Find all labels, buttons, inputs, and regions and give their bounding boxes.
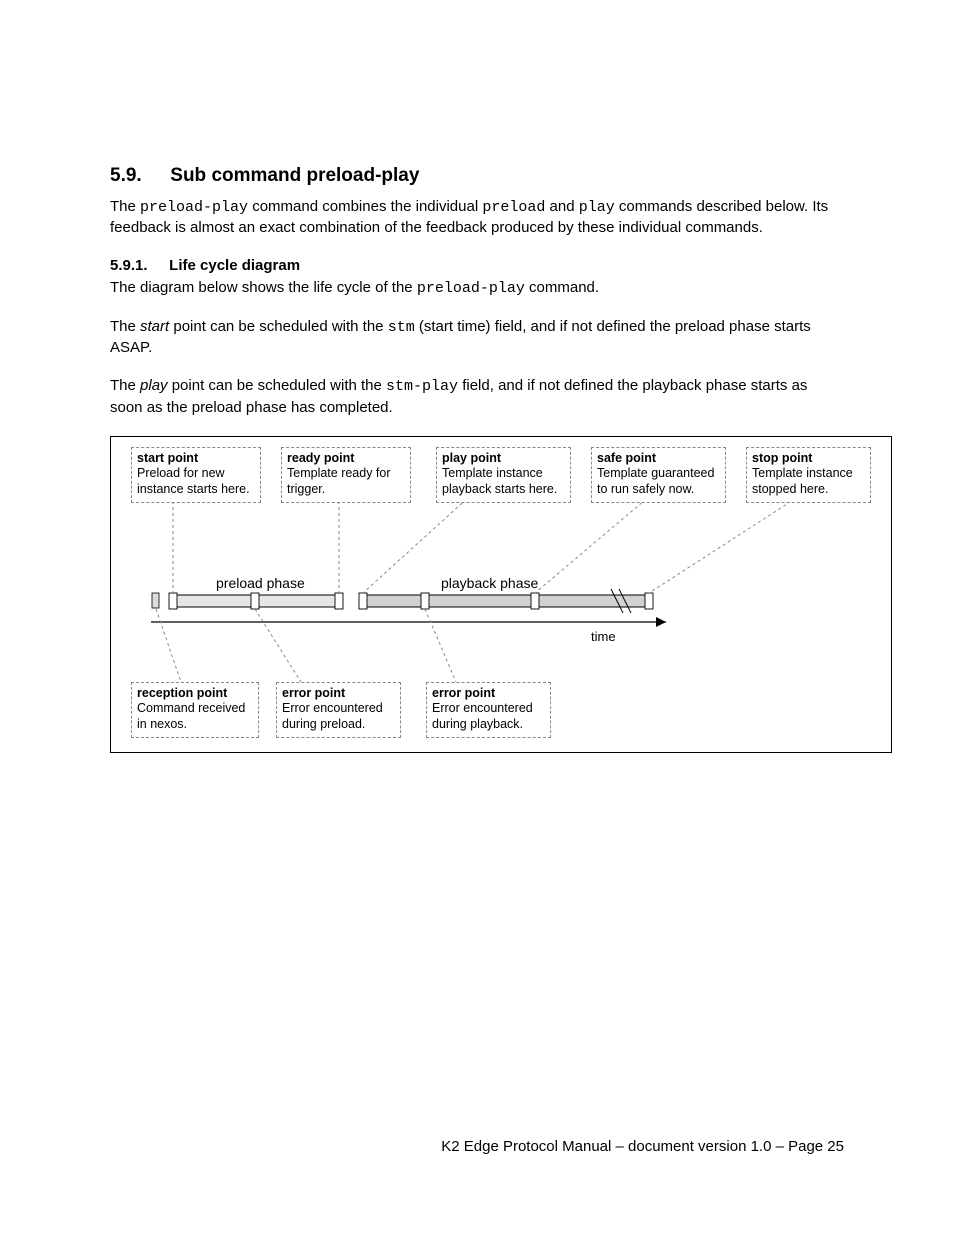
subsection-number: 5.9.1. <box>110 257 165 274</box>
box-start-point: start pointPreload for new instance star… <box>131 447 261 503</box>
label-playback-phase: playback phase <box>441 575 538 591</box>
paragraph-intro: The preload-play command combines the in… <box>110 197 844 239</box>
subsection-title: Life cycle diagram <box>169 257 300 274</box>
subsection-heading: 5.9.1. Life cycle diagram <box>110 257 844 274</box>
box-error-preload: error pointError encountered during prel… <box>276 682 401 738</box>
section-title: Sub command preload-play <box>170 165 419 186</box>
paragraph-start-point: The start point can be scheduled with th… <box>110 317 844 359</box>
code-preload-play: preload-play <box>140 199 248 216</box>
box-stop-point: stop pointTemplate instance stopped here… <box>746 447 871 503</box>
code-preload-play-2: preload-play <box>417 280 525 297</box>
code-play: play <box>579 199 615 216</box>
code-stm: stm <box>388 319 415 336</box>
box-play-point: play pointTemplate instance playback sta… <box>436 447 571 503</box>
label-time-axis: time <box>591 629 616 644</box>
box-ready-point: ready pointTemplate ready for trigger. <box>281 447 411 503</box>
paragraph-play-point: The play point can be scheduled with the… <box>110 376 844 418</box>
section-heading: 5.9. Sub command preload-play <box>110 165 844 187</box>
lifecycle-diagram: start pointPreload for new instance star… <box>110 436 892 753</box>
box-safe-point: safe pointTemplate guaranteed to run saf… <box>591 447 726 503</box>
code-preload: preload <box>482 199 545 216</box>
label-preload-phase: preload phase <box>216 575 305 591</box>
code-stm-play: stm-play <box>386 378 458 395</box>
paragraph-diagram-intro: The diagram below shows the life cycle o… <box>110 278 844 299</box>
box-reception-point: reception pointCommand received in nexos… <box>131 682 259 738</box>
section-number: 5.9. <box>110 165 165 187</box>
page-footer: K2 Edge Protocol Manual – document versi… <box>0 1138 844 1155</box>
box-error-playback: error pointError encountered during play… <box>426 682 551 738</box>
